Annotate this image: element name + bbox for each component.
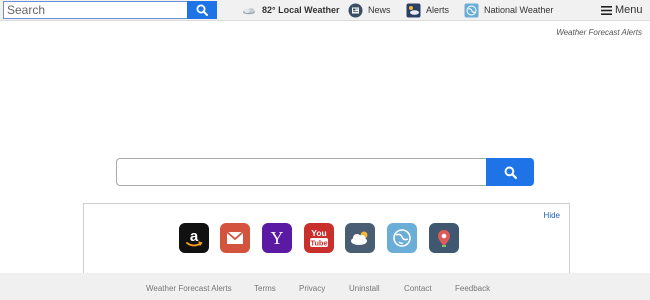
weather-tile[interactable] [345, 223, 375, 253]
nav-alerts-label: Alerts [426, 5, 450, 15]
amazon-tile[interactable]: a [179, 223, 209, 253]
search-icon [196, 4, 208, 16]
cloud-icon [351, 231, 368, 245]
pins-tile[interactable] [429, 223, 459, 253]
footer-link-contact[interactable]: Contact [404, 284, 432, 293]
footer: Weather Forecast Alerts Terms Privacy Un… [0, 273, 650, 300]
svg-text:Y: Y [271, 228, 284, 248]
gmail-tile[interactable] [220, 223, 250, 253]
partly-cloudy-icon [242, 3, 257, 18]
main-search-button[interactable] [486, 158, 534, 186]
brand-tagline: Weather Forecast Alerts [556, 28, 642, 37]
footer-link-privacy[interactable]: Privacy [299, 284, 325, 293]
svg-text:a: a [190, 228, 199, 245]
globe-icon [393, 229, 411, 247]
youtube-tile[interactable]: You Tube [304, 223, 334, 253]
top-search-input[interactable] [3, 1, 187, 19]
footer-link-uninstall[interactable]: Uninstall [349, 284, 380, 293]
gmail-icon [226, 231, 244, 244]
nav-national-weather-label: National Weather [484, 5, 554, 15]
menu-button[interactable]: Menu [600, 2, 643, 18]
top-search-button[interactable] [187, 1, 217, 19]
nav-alerts[interactable]: Alerts [406, 2, 449, 18]
yahoo-tile[interactable]: Y [262, 223, 292, 253]
footer-link-brand[interactable]: Weather Forecast Alerts [146, 284, 232, 293]
svg-text:Tube: Tube [310, 239, 327, 248]
nav-news-label: News [368, 5, 391, 15]
quick-links-panel: Hide a Y You Tube [83, 203, 570, 273]
svg-text:You: You [311, 228, 326, 238]
menu-label: Menu [615, 4, 643, 16]
footer-link-feedback[interactable]: Feedback [455, 284, 490, 293]
globe-icon [464, 3, 479, 18]
top-toolbar: 82° Local Weather News Alerts [0, 0, 650, 21]
main-search-input[interactable] [116, 158, 486, 186]
alerts-icon [406, 3, 421, 18]
footer-link-terms[interactable]: Terms [254, 284, 276, 293]
map-pin-icon [438, 230, 450, 247]
hamburger-icon [600, 3, 612, 18]
search-icon [504, 166, 517, 179]
nav-news[interactable]: News [348, 2, 391, 18]
yahoo-icon: Y [271, 228, 284, 248]
news-icon [348, 3, 363, 18]
nav-national-weather[interactable]: National Weather [464, 2, 553, 18]
hide-link[interactable]: Hide [544, 211, 560, 220]
nav-local-weather-label: 82° Local Weather [262, 5, 340, 15]
amazon-icon: a [186, 228, 203, 247]
nav-local-weather[interactable]: 82° Local Weather [242, 2, 339, 18]
youtube-icon: You Tube [310, 228, 328, 248]
maps-tile[interactable] [387, 223, 417, 253]
